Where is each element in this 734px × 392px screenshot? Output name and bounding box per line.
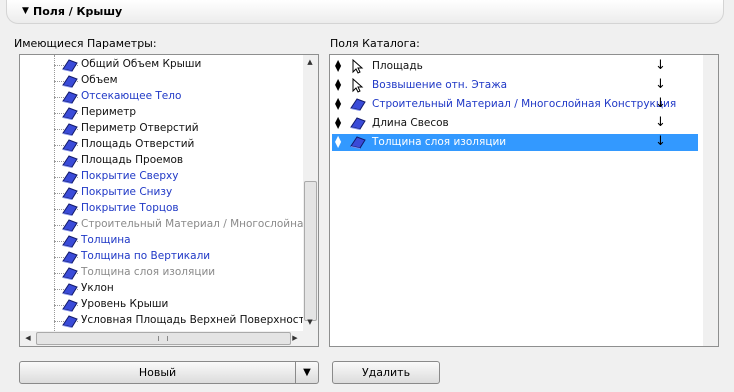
horizontal-scroll-thumb[interactable]	[36, 332, 291, 345]
scroll-up-icon[interactable]: ▲	[303, 58, 317, 66]
parameter-label: Толщина слоя изоляции	[81, 266, 216, 278]
catalog-vertical-scrollbar[interactable]	[703, 55, 718, 346]
sort-descending-icon[interactable]: ↓	[655, 115, 666, 130]
horizontal-scrollbar[interactable]: ◀ ▶	[20, 331, 303, 346]
parameter-item[interactable]: Уровень Крыши	[20, 297, 318, 313]
catalog-field-label: Длина Свесов	[372, 117, 449, 129]
parameter-label: Периметр Отверстий	[81, 122, 199, 134]
roof-icon	[349, 116, 366, 131]
roof-icon	[61, 74, 79, 88]
available-parameters-list[interactable]: Общий Объем Крыши Объем Отсекающее Тело Пер…	[19, 54, 319, 347]
parameter-label: Периметр	[81, 106, 137, 118]
roof-icon	[61, 90, 79, 104]
parameter-item[interactable]: Условная Площадь Верхней Поверхности	[20, 313, 318, 329]
parameter-label: Отсекающее Тело	[81, 90, 182, 102]
roof-icon	[61, 154, 79, 168]
roof-icon	[61, 266, 79, 280]
parameter-label: Толщина по Вертикали	[81, 250, 211, 262]
scroll-right-icon[interactable]: ▶	[288, 334, 302, 342]
roof-icon	[61, 106, 79, 120]
scroll-left-icon[interactable]: ◀	[21, 334, 35, 342]
parameter-item[interactable]: Покрытие Сверху	[20, 169, 318, 185]
parameter-label: Покрытие Сверху	[81, 170, 179, 182]
sort-descending-icon[interactable]: ↓	[655, 134, 666, 149]
parameter-label: Условная Площадь Верхней Поверхности	[81, 314, 312, 326]
parameter-label: Уровень Крыши	[81, 298, 169, 310]
sort-descending-icon[interactable]: ↓	[655, 58, 666, 73]
parameter-label: Покрытие Торцов	[81, 202, 179, 214]
parameter-item[interactable]: Отсекающее Тело	[20, 89, 318, 105]
vertical-scrollbar[interactable]: ▲ ▼	[303, 55, 318, 331]
vertical-scroll-thumb[interactable]	[304, 181, 317, 321]
roof-icon	[61, 250, 79, 264]
catalog-field-item[interactable]: ▲ ▼ Длина Свесов ↓	[332, 115, 698, 132]
parameter-label: Площадь Проемов	[81, 154, 184, 166]
parameter-item[interactable]: Строительный Материал / Многослойная Кон	[20, 217, 319, 233]
reorder-handle-icon[interactable]: ▲ ▼	[335, 116, 341, 130]
catalog-fields-label: Поля Каталога:	[330, 37, 420, 50]
parameter-item[interactable]: Площадь Проемов	[20, 153, 318, 169]
parameter-item[interactable]: Объем	[20, 73, 318, 89]
catalog-field-item[interactable]: ▲ ▼ Толщина слоя изоляции ↓	[332, 134, 698, 151]
catalog-field-label: Возвышение отн. Этажа	[372, 79, 508, 91]
sort-descending-icon[interactable]: ↓	[655, 96, 666, 111]
parameter-label: Строительный Материал / Многослойная Кон	[81, 218, 319, 230]
roof-icon	[349, 97, 366, 112]
parameter-item[interactable]: Покрытие Снизу	[20, 185, 318, 201]
parameter-item[interactable]: Толщина	[20, 233, 318, 249]
section-header[interactable]: ▼ Поля / Крышу	[6, 0, 724, 24]
parameter-item[interactable]: Толщина по Вертикали	[20, 249, 318, 265]
roof-icon	[61, 314, 79, 328]
roof-icon	[61, 234, 79, 248]
roof-icon	[61, 170, 79, 184]
roof-icon	[61, 282, 79, 296]
parameter-label: Площадь Отверстий	[81, 138, 195, 150]
parameter-item[interactable]: Уклон	[20, 281, 318, 297]
catalog-field-item[interactable]: ▲ ▼ Возвышение отн. Этажа ↓	[332, 77, 698, 94]
roof-icon	[61, 202, 79, 216]
sort-descending-icon[interactable]: ↓	[655, 77, 666, 92]
available-parameters-label: Имеющиеся Параметры:	[14, 37, 157, 50]
roof-icon	[61, 186, 79, 200]
reorder-handle-icon[interactable]: ▲ ▼	[335, 59, 341, 73]
roof-icon	[61, 58, 79, 72]
catalog-field-label: Строительный Материал / Многослойная Кон…	[372, 98, 677, 110]
parameter-item[interactable]: Толщина слоя изоляции	[20, 265, 318, 281]
reorder-handle-icon[interactable]: ▲ ▼	[335, 97, 341, 111]
collapse-triangle-icon[interactable]: ▼	[22, 6, 29, 16]
new-dropdown-button[interactable]: ▼	[295, 361, 319, 384]
cursor-icon	[349, 58, 365, 74]
parameter-item[interactable]: Площадь Отверстий	[20, 137, 318, 153]
parameter-item[interactable]: Покрытие Торцов	[20, 201, 318, 217]
roof-icon	[61, 218, 79, 232]
catalog-field-item[interactable]: ▲ ▼ Строительный Материал / Многослойная К…	[332, 96, 698, 113]
roof-icon	[61, 298, 79, 312]
reorder-handle-icon[interactable]: ▲ ▼	[335, 78, 341, 92]
parameter-label: Покрытие Снизу	[81, 186, 173, 198]
parameter-label: Общий Объем Крыши	[81, 58, 202, 70]
parameter-item[interactable]: Периметр Отверстий	[20, 121, 318, 137]
parameter-item[interactable]: Общий Объем Крыши	[20, 57, 318, 73]
roof-icon	[61, 122, 79, 136]
scroll-down-icon[interactable]: ▼	[303, 318, 317, 326]
cursor-icon	[349, 77, 365, 93]
new-button[interactable]: Новый	[19, 361, 296, 384]
catalog-fields-list[interactable]: ▲ ▼ Площадь ↓ ▲ ▼ Возвышение отн. Этажа ↓ ▲ ▼ Стро…	[329, 54, 719, 347]
parameter-label: Уклон	[81, 282, 114, 294]
parameter-item[interactable]: Периметр	[20, 105, 318, 121]
parameter-label: Объем	[81, 74, 118, 86]
catalog-field-label: Площадь	[372, 60, 423, 72]
roof-icon	[61, 138, 79, 152]
parameter-label: Толщина	[81, 234, 131, 246]
chevron-down-icon: ▼	[303, 367, 311, 378]
scroll-corner	[303, 331, 318, 346]
roof-icon	[349, 135, 366, 150]
delete-button[interactable]: Удалить	[332, 361, 440, 384]
reorder-handle-icon[interactable]: ▲ ▼	[335, 135, 341, 149]
catalog-field-label: Толщина слоя изоляции	[372, 136, 507, 148]
section-title: Поля / Крышу	[33, 5, 123, 18]
catalog-field-item[interactable]: ▲ ▼ Площадь ↓	[332, 58, 698, 75]
